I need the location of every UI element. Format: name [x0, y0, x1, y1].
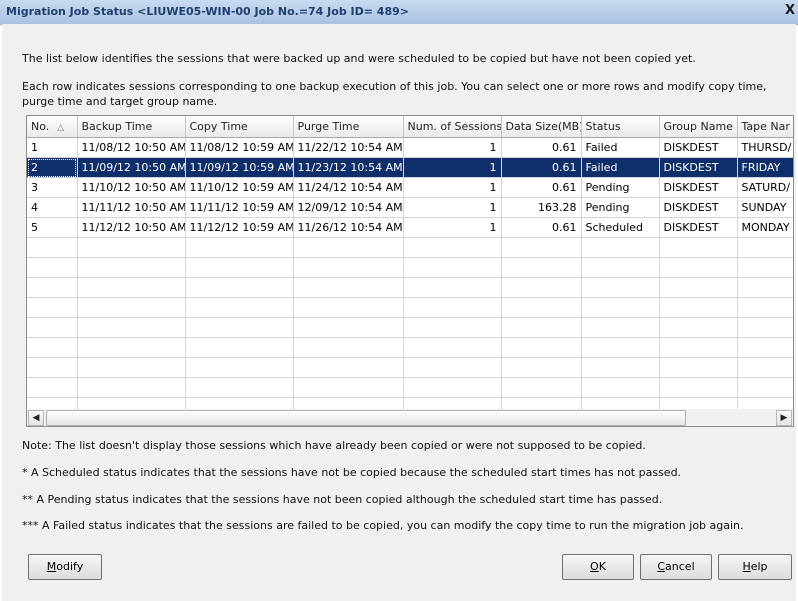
- cell-no: 1: [27, 137, 78, 158]
- sort-ascending-icon: △: [57, 123, 65, 133]
- help-mnemonic: H: [742, 560, 751, 573]
- cell-group-name: DISKDEST: [659, 137, 738, 158]
- column-header-tape-name[interactable]: Tape Nar: [737, 116, 793, 138]
- close-icon[interactable]: X: [783, 4, 797, 19]
- ok-mnemonic: O: [590, 560, 599, 573]
- cell-purge-time: 11/22/12 10:54 AM: [293, 137, 404, 158]
- column-header-backup-time[interactable]: Backup Time: [77, 116, 186, 138]
- cell-purge-time: 12/09/12 10:54 AM: [293, 197, 404, 218]
- cell-tape-name: FRIDAY: [737, 157, 793, 178]
- empty-row: [27, 357, 793, 378]
- cell-tape-name: SUNDAY: [737, 197, 793, 218]
- empty-row: [27, 277, 793, 298]
- cell-purge-time: 11/24/12 10:54 AM: [293, 177, 404, 198]
- cell-copy-time: 11/11/12 10:59 AM: [185, 197, 294, 218]
- cell-num-sessions: 1: [403, 137, 502, 158]
- modify-mnemonic: M: [46, 560, 57, 573]
- modify-label: odify: [56, 560, 84, 573]
- cancel-mnemonic: C: [657, 560, 666, 573]
- window-title: Migration Job Status <LIUWE05-WIN-00 Job…: [6, 5, 409, 18]
- cell-group-name: DISKDEST: [659, 217, 738, 238]
- title-bar: Migration Job Status <LIUWE05-WIN-00 Job…: [0, 0, 798, 25]
- note-scheduled: * A Scheduled status indicates that the …: [22, 466, 682, 479]
- scroll-left-icon[interactable]: ◀: [28, 410, 44, 426]
- note-display: Note: The list doesn't display those ses…: [22, 439, 646, 452]
- cancel-button[interactable]: Cancel: [640, 554, 712, 580]
- help-label: elp: [750, 560, 768, 573]
- table-row[interactable]: 1 11/08/12 10:50 AM 11/08/12 10:59 AM 11…: [27, 137, 793, 158]
- cell-num-sessions: 1: [403, 177, 502, 198]
- cell-status: Failed: [581, 137, 660, 158]
- cell-status: Pending: [581, 177, 660, 198]
- cell-backup-time: 11/08/12 10:50 AM: [77, 137, 186, 158]
- column-header-no[interactable]: No. △: [27, 116, 78, 138]
- cell-no: 4: [27, 197, 78, 218]
- cell-no: 5: [27, 217, 78, 238]
- column-header-group-name[interactable]: Group Name: [659, 116, 738, 138]
- cell-data-size: 163.28: [501, 197, 582, 218]
- empty-row: [27, 377, 793, 398]
- ok-label: K: [598, 560, 606, 573]
- sessions-table[interactable]: No. △ Backup Time Copy Time Purge Time Nu…: [26, 115, 794, 412]
- empty-row: [27, 317, 793, 338]
- cell-group-name: DISKDEST: [659, 157, 738, 178]
- table-row[interactable]: 5 11/12/12 10:50 AM 11/12/12 10:59 AM 11…: [27, 217, 793, 238]
- cell-data-size: 0.61: [501, 137, 582, 158]
- cancel-label: ancel: [665, 560, 695, 573]
- cell-tape-name: SATURD/: [737, 177, 793, 198]
- cell-purge-time: 11/26/12 10:54 AM: [293, 217, 404, 238]
- empty-row: [27, 337, 793, 358]
- description-line-2: Each row indicates sessions correspondin…: [22, 80, 767, 108]
- cell-tape-name: THURSD/: [737, 137, 793, 158]
- column-header-status[interactable]: Status: [581, 116, 660, 138]
- cell-num-sessions: 1: [403, 217, 502, 238]
- horizontal-scrollbar[interactable]: ◀ ▶: [26, 409, 794, 427]
- cell-backup-time: 11/09/12 10:50 AM: [77, 157, 186, 178]
- cell-status: Pending: [581, 197, 660, 218]
- note-pending: ** A Pending status indicates that the s…: [22, 493, 663, 506]
- table-header-row: No. △ Backup Time Copy Time Purge Time Nu…: [27, 116, 793, 138]
- table-row-selected[interactable]: 2 11/09/12 10:50 AM 11/09/12 10:59 AM 11…: [27, 157, 793, 178]
- cell-data-size: 0.61: [501, 157, 582, 178]
- empty-row: [27, 237, 793, 258]
- cell-data-size: 0.61: [501, 217, 582, 238]
- cell-copy-time: 11/08/12 10:59 AM: [185, 137, 294, 158]
- ok-button[interactable]: OK: [562, 554, 634, 580]
- cell-data-size: 0.61: [501, 177, 582, 198]
- description-line-1: The list below identifies the sessions t…: [22, 52, 696, 65]
- empty-row: [27, 297, 793, 318]
- cell-group-name: DISKDEST: [659, 177, 738, 198]
- cell-status: Scheduled: [581, 217, 660, 238]
- cell-copy-time: 11/10/12 10:59 AM: [185, 177, 294, 198]
- cell-copy-time: 11/09/12 10:59 AM: [185, 157, 294, 178]
- cell-backup-time: 11/12/12 10:50 AM: [77, 217, 186, 238]
- column-header-data-size[interactable]: Data Size(MB): [501, 116, 582, 138]
- cell-group-name: DISKDEST: [659, 197, 738, 218]
- modify-button[interactable]: Modify: [28, 554, 102, 580]
- cell-no: 3: [27, 177, 78, 198]
- scroll-right-icon[interactable]: ▶: [776, 410, 792, 426]
- column-header-purge-time[interactable]: Purge Time: [293, 116, 404, 138]
- empty-row: [27, 257, 793, 278]
- cell-backup-time: 11/11/12 10:50 AM: [77, 197, 186, 218]
- cell-num-sessions: 1: [403, 157, 502, 178]
- cell-copy-time: 11/12/12 10:59 AM: [185, 217, 294, 238]
- cell-no: 2: [27, 157, 78, 178]
- scrollbar-thumb[interactable]: [46, 410, 686, 426]
- cell-tape-name: MONDAY: [737, 217, 793, 238]
- table-row[interactable]: 4 11/11/12 10:50 AM 11/11/12 10:59 AM 12…: [27, 197, 793, 218]
- column-header-copy-time[interactable]: Copy Time: [185, 116, 294, 138]
- table-row[interactable]: 3 11/10/12 10:50 AM 11/10/12 10:59 AM 11…: [27, 177, 793, 198]
- column-header-num-sessions[interactable]: Num. of Sessions: [403, 116, 502, 138]
- cell-status: Failed: [581, 157, 660, 178]
- note-failed: *** A Failed status indicates that the s…: [22, 519, 744, 532]
- cell-num-sessions: 1: [403, 197, 502, 218]
- cell-purge-time: 11/23/12 10:54 AM: [293, 157, 404, 178]
- cell-backup-time: 11/10/12 10:50 AM: [77, 177, 186, 198]
- help-button[interactable]: Help: [718, 554, 792, 580]
